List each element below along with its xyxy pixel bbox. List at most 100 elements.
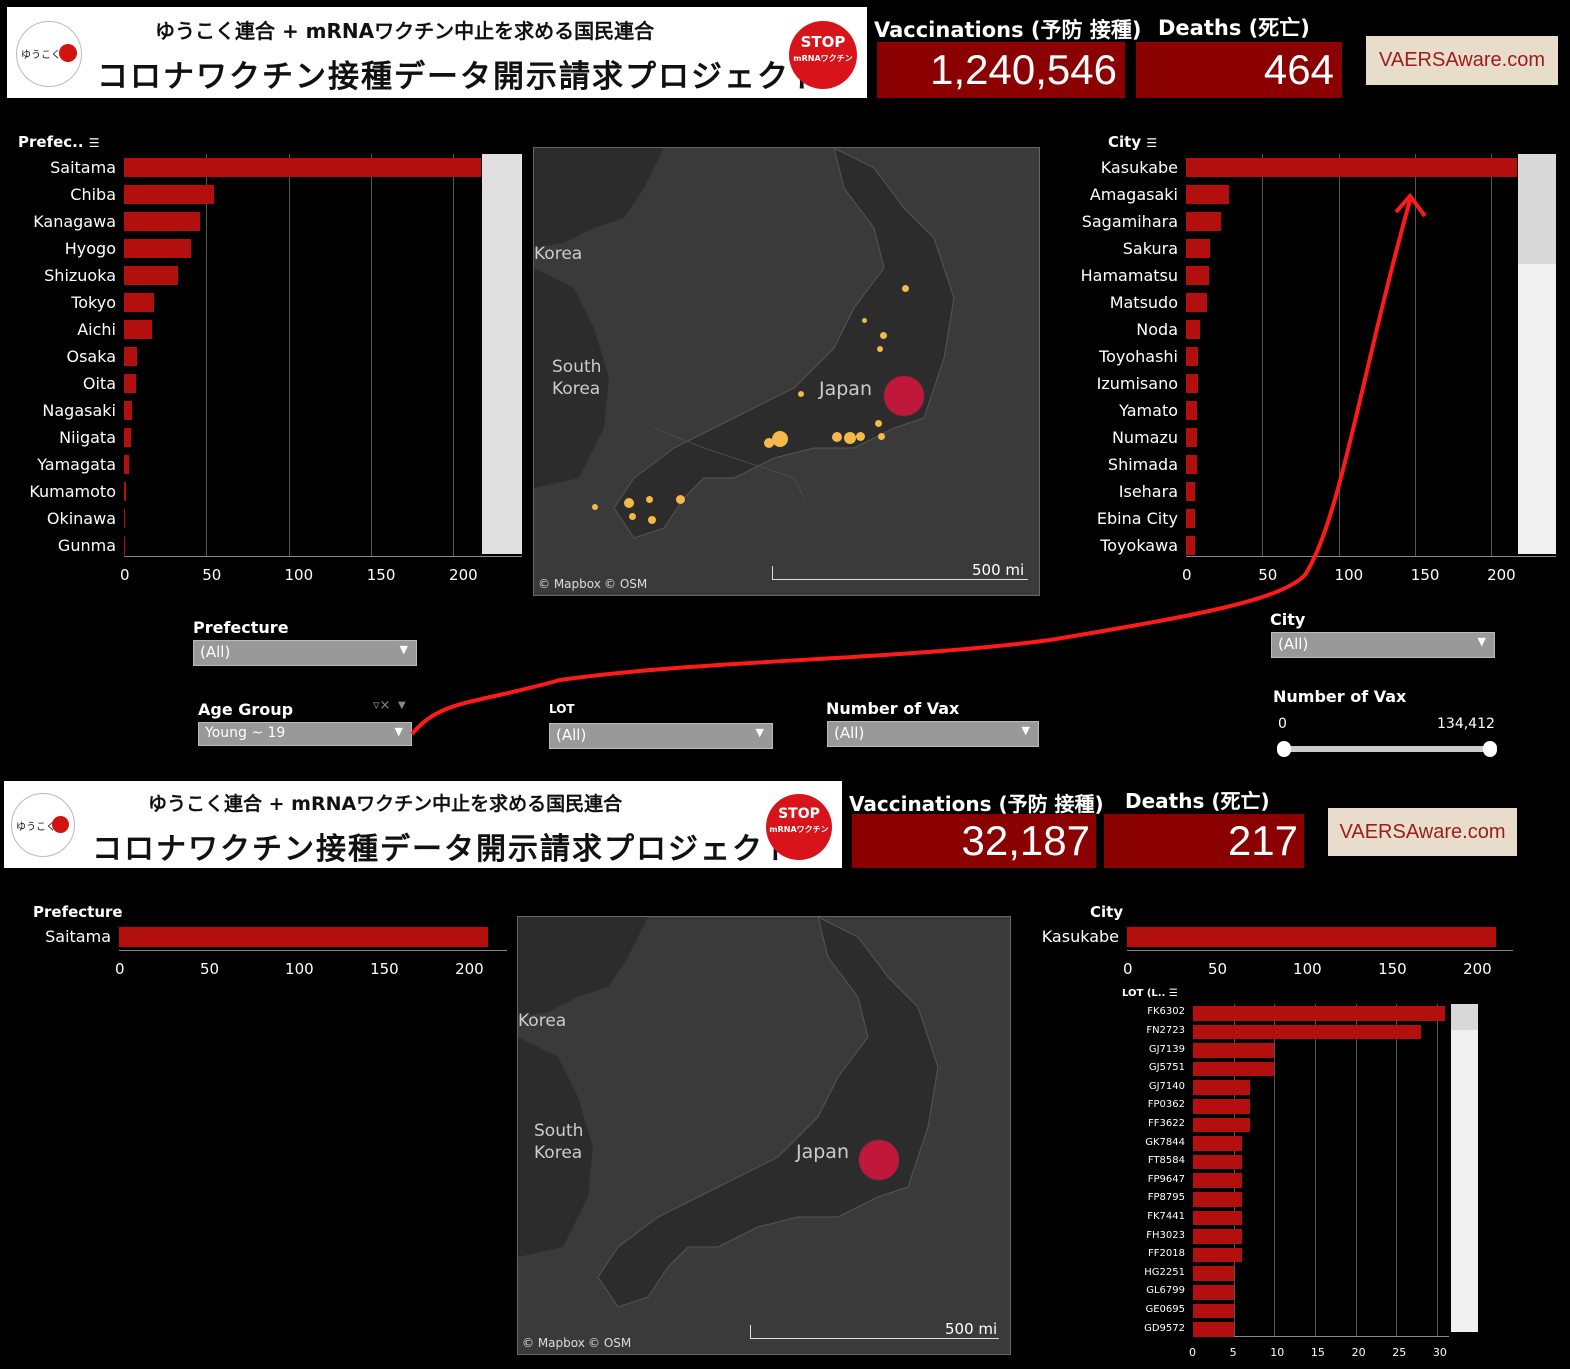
number-of-vax-filter-dropdown[interactable]: (All) ▼ <box>827 721 1039 747</box>
map-marker[interactable] <box>624 498 634 508</box>
category-label[interactable]: Gunma <box>6 536 116 555</box>
category-label[interactable]: Chiba <box>6 185 116 204</box>
category-label[interactable]: FP8795 <box>1125 1192 1185 1203</box>
lot-scrollbar[interactable] <box>1451 1004 1478 1332</box>
map-marker[interactable] <box>844 432 856 444</box>
category-label[interactable]: GJ7140 <box>1125 1081 1185 1092</box>
bar[interactable] <box>1186 347 1199 366</box>
category-label[interactable]: Kasukabe <box>1019 927 1119 946</box>
category-label[interactable]: Niigata <box>6 428 116 447</box>
clear-filter-icon[interactable]: ▿× <box>373 698 390 713</box>
city-scrollbar[interactable] <box>1518 154 1556 554</box>
category-label[interactable]: Aichi <box>6 320 116 339</box>
age-group-filter-dropdown[interactable]: Young ~ 19 ▼ <box>198 722 412 746</box>
category-label[interactable]: Sagamihara <box>1068 212 1178 231</box>
category-label[interactable]: Shizuoka <box>6 266 116 285</box>
osm-attribution[interactable]: © OSM <box>588 1336 631 1350</box>
bar[interactable] <box>124 374 136 393</box>
vaersaware-link[interactable]: VAERSAware.com <box>1328 808 1517 856</box>
japan-map[interactable]: Korea South Korea Japan © Mapbox © OSM 5… <box>517 916 1011 1355</box>
category-label[interactable]: Kumamoto <box>6 482 116 501</box>
bar[interactable] <box>1186 482 1196 501</box>
bar[interactable] <box>124 536 125 555</box>
category-label[interactable]: Hamamatsu <box>1068 266 1178 285</box>
category-label[interactable]: FF2018 <box>1125 1248 1185 1259</box>
category-label[interactable]: GD9572 <box>1125 1323 1185 1334</box>
bar[interactable] <box>124 185 215 204</box>
slider-handle-max[interactable] <box>1483 741 1497 757</box>
bar[interactable] <box>1186 158 1517 177</box>
bar[interactable] <box>1193 1043 1275 1058</box>
category-label[interactable]: Yamato <box>1068 401 1178 420</box>
category-label[interactable]: FP0362 <box>1125 1099 1185 1110</box>
category-label[interactable]: GJ5751 <box>1125 1062 1185 1073</box>
category-label[interactable]: FT8584 <box>1125 1155 1185 1166</box>
map-marker[interactable] <box>862 318 867 323</box>
category-label[interactable]: Kanagawa <box>6 212 116 231</box>
category-label[interactable]: Numazu <box>1068 428 1178 447</box>
bar[interactable] <box>124 239 192 258</box>
category-label[interactable]: FN2723 <box>1125 1025 1185 1036</box>
bar[interactable] <box>1127 927 1496 947</box>
bar[interactable] <box>124 347 138 366</box>
bar[interactable] <box>124 509 125 528</box>
category-label[interactable]: Ebina City <box>1068 509 1178 528</box>
bar[interactable] <box>1186 374 1199 393</box>
map-marker[interactable] <box>878 433 885 440</box>
prefecture-filter-dropdown[interactable]: (All) ▼ <box>193 640 417 666</box>
category-label[interactable]: FP9647 <box>1125 1174 1185 1185</box>
category-label[interactable]: Nagasaki <box>6 401 116 420</box>
category-label[interactable]: Sakura <box>1068 239 1178 258</box>
slider-handle-min[interactable] <box>1277 741 1291 757</box>
map-marker-saitama[interactable] <box>858 1139 900 1181</box>
osm-attribution[interactable]: © OSM <box>604 577 647 591</box>
map-marker[interactable] <box>764 438 774 448</box>
map-marker[interactable] <box>592 504 598 510</box>
bar[interactable] <box>1193 1117 1250 1133</box>
category-label[interactable]: Amagasaki <box>1068 185 1178 204</box>
number-of-vax-slider-track[interactable] <box>1282 746 1492 752</box>
category-label[interactable]: Saitama <box>11 927 111 946</box>
bar[interactable] <box>1193 1061 1275 1077</box>
category-label[interactable]: GL6799 <box>1125 1285 1185 1296</box>
category-label[interactable]: Saitama <box>6 158 116 177</box>
category-label[interactable]: Toyokawa <box>1068 536 1178 555</box>
bar[interactable] <box>1186 266 1209 285</box>
mapbox-attribution[interactable]: © Mapbox <box>522 1336 585 1350</box>
category-label[interactable]: GJ7139 <box>1125 1044 1185 1055</box>
bar[interactable] <box>1193 1266 1234 1281</box>
category-label[interactable]: Hyogo <box>6 239 116 258</box>
bar[interactable] <box>1193 1303 1234 1319</box>
bar[interactable] <box>124 428 131 447</box>
mapbox-attribution[interactable]: © Mapbox <box>538 577 601 591</box>
city-filter-dropdown[interactable]: (All) ▼ <box>1271 632 1495 658</box>
bar[interactable] <box>1193 1024 1421 1040</box>
bar[interactable] <box>124 266 179 285</box>
map-marker[interactable] <box>880 332 887 339</box>
city-scrollbar-thumb[interactable] <box>1518 154 1556 264</box>
category-label[interactable]: Oita <box>6 374 116 393</box>
category-label[interactable]: Shimada <box>1068 455 1178 474</box>
category-label[interactable]: FK6302 <box>1125 1006 1185 1017</box>
bar[interactable] <box>1186 401 1197 420</box>
category-label[interactable]: Noda <box>1068 320 1178 339</box>
bar[interactable] <box>1186 239 1211 258</box>
bar[interactable] <box>1186 185 1229 204</box>
category-label[interactable]: HG2251 <box>1125 1267 1185 1278</box>
bar[interactable] <box>124 212 200 231</box>
category-label[interactable]: FF3622 <box>1125 1118 1185 1129</box>
map-marker[interactable] <box>877 346 883 352</box>
bar[interactable] <box>124 158 481 177</box>
bar[interactable] <box>124 293 154 312</box>
map-marker[interactable] <box>832 432 842 442</box>
category-label[interactable]: Kasukabe <box>1068 158 1178 177</box>
sort-icon[interactable]: ☰ <box>1146 136 1157 150</box>
bar[interactable] <box>1193 1173 1242 1188</box>
bar[interactable] <box>1186 509 1196 528</box>
bar[interactable] <box>1193 1099 1250 1114</box>
bar[interactable] <box>119 927 488 947</box>
lot-filter-dropdown[interactable]: (All) ▼ <box>549 723 773 749</box>
category-label[interactable]: GE0695 <box>1125 1304 1185 1315</box>
bar[interactable] <box>1193 1229 1242 1244</box>
category-label[interactable]: Toyohashi <box>1068 347 1178 366</box>
